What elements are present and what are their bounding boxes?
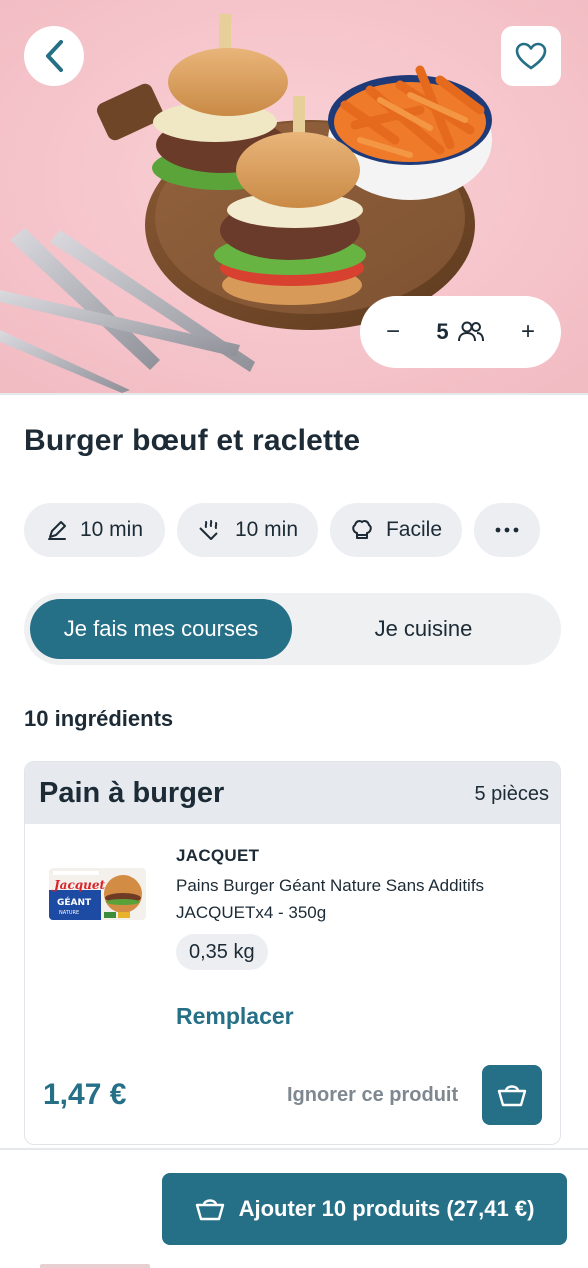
bottom-divider	[0, 1148, 588, 1150]
product-brand: JACQUET	[176, 846, 260, 865]
product-image: Jacquet GÉANT NATURE	[49, 868, 146, 920]
package-product-text: GÉANT	[57, 896, 92, 908]
servings-display: 5	[436, 319, 484, 345]
product-weight-badge: 0,35 kg	[176, 934, 268, 970]
recipe-title: Burger bœuf et raclette	[24, 424, 361, 457]
add-all-products-button[interactable]: Ajouter 10 produits (27,41 €)	[162, 1173, 567, 1245]
favorite-button[interactable]	[501, 26, 561, 86]
difficulty-label: Facile	[385, 518, 443, 541]
ingredient-count: 10 ingrédients	[24, 706, 174, 731]
basket-icon	[497, 1085, 527, 1107]
cooking-icon	[199, 520, 218, 540]
cook-time-label: 10 min	[234, 518, 299, 541]
package-brand-text: Jacquet	[52, 878, 106, 892]
servings-selector: − 5 +	[360, 296, 561, 368]
more-icon	[495, 527, 519, 533]
cook-time-chip: 10 min	[177, 503, 318, 557]
replace-product-link[interactable]: Remplacer	[176, 1003, 294, 1030]
heart-icon	[515, 42, 547, 70]
people-icon	[457, 321, 484, 342]
more-button[interactable]	[474, 503, 540, 557]
recipe-hero-image: − 5 +	[0, 0, 588, 393]
tab-shopping[interactable]: Je fais mes courses	[30, 599, 292, 659]
difficulty-chip: Facile	[330, 503, 462, 557]
add-to-basket-button[interactable]	[482, 1065, 542, 1125]
pencil-icon	[47, 521, 66, 540]
mode-tabs: Je fais mes courses Je cuisine	[24, 593, 561, 665]
basket-icon	[195, 1199, 224, 1221]
ingredient-name: Pain à burger	[39, 777, 225, 809]
back-button[interactable]	[24, 26, 84, 86]
package-sub-text: NATURE	[59, 910, 79, 916]
product-package-image: Jacquet GÉANT NATURE	[49, 868, 146, 920]
ingredient-quantity: 5 pièces	[474, 783, 550, 805]
prep-time-chip: 10 min	[24, 503, 165, 557]
recipe-page: − 5 + Burger bœuf et raclette 10 min 10 …	[0, 0, 588, 1268]
chevron-left-icon	[46, 40, 63, 72]
product-description: Pains Burger Géant Nature Sans Additifs …	[176, 876, 485, 922]
decrease-servings-button[interactable]: −	[386, 320, 400, 344]
product-price: 1,47 €	[43, 1078, 127, 1111]
divider	[0, 393, 588, 395]
prep-time-label: 10 min	[79, 518, 144, 541]
next-card-peek	[40, 1264, 150, 1268]
increase-servings-button[interactable]: +	[521, 320, 535, 344]
tab-cooking[interactable]: Je cuisine	[292, 599, 555, 659]
add-all-products-label: Ajouter 10 produits (27,41 €)	[238, 1196, 535, 1221]
chef-hat-icon	[352, 520, 372, 539]
ignore-product-button[interactable]: Ignorer ce produit	[287, 1084, 458, 1107]
ingredient-header: Pain à burger 5 pièces	[25, 762, 560, 824]
ingredient-card: Pain à burger 5 pièces Jacquet GÉANT NAT…	[24, 761, 561, 1145]
servings-count: 5	[436, 319, 449, 344]
